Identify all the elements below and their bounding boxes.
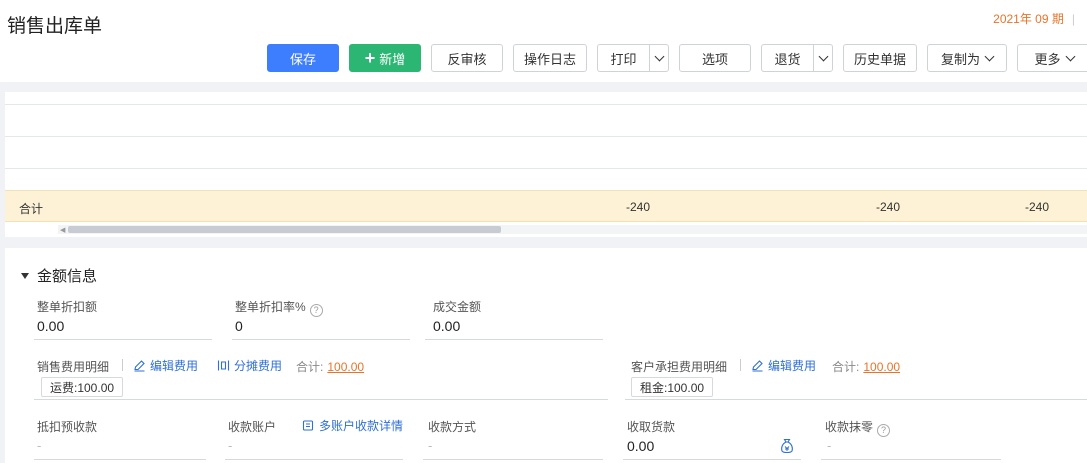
edit-icon [752,360,763,372]
fee-tag: 运费:100.00 [41,377,124,397]
field-underline [425,339,603,340]
discount-input[interactable]: 0.00 [37,318,64,334]
options-button[interactable]: 选项 [679,44,751,72]
field-underline [423,459,603,460]
chevron-down-icon [818,51,828,61]
top-bar: 销售出库单 2021年 09 期 | 保存 + 新增 反审核 操作日志 打印 选项 … [0,0,1087,82]
grid-row-divider [5,168,1087,169]
chevron-down-icon [984,51,995,61]
divider [740,359,741,371]
detail-grid: 合计 -240 -240 -240 ◀ [5,92,1087,237]
field-underline [821,459,1001,460]
unaudit-button[interactable]: 反审核 [431,44,503,72]
sales-fee-label: 销售费用明细 [37,360,110,374]
horizontal-scrollbar[interactable]: ◀ [58,225,1087,234]
scrollbar-thumb[interactable] [68,226,501,233]
total-value: -240 [626,200,651,214]
discount-label: 整单折扣额 [37,300,98,314]
return-button[interactable]: 退货 [761,44,813,72]
caret-down-icon [21,272,29,279]
page-title: 销售出库单 [7,16,103,37]
print-dropdown[interactable] [649,44,669,72]
split-icon [217,360,230,371]
amount-section-toggle[interactable]: 金额信息 [21,265,97,286]
rounding-label: 收款抹零? [825,418,891,437]
edit-sales-fee-link[interactable]: 编辑费用 [133,357,198,374]
save-button[interactable]: 保存 [267,44,339,72]
sales-fee-sum: 合计: 100.00 [296,360,365,374]
multi-account-link[interactable]: 多账户收款详情 [302,417,403,434]
chevron-down-icon [1065,51,1075,61]
discount-rate-label: 整单折扣率%? [235,298,323,317]
print-button[interactable]: 打印 [597,44,649,72]
discount-rate-input[interactable]: 0 [235,318,243,334]
field-underline [623,459,801,460]
plus-icon: + [364,48,376,68]
copy-as-button[interactable]: 复制为 [927,44,1007,72]
field-underline [34,459,206,460]
total-value: -240 [876,200,901,214]
field-underline [625,399,1087,400]
help-icon[interactable]: ? [877,423,891,437]
fee-tag: 租金:100.00 [631,377,714,397]
account-label: 收款账户 [228,420,277,434]
money-bag-icon[interactable] [780,438,794,454]
method-label: 收款方式 [428,420,477,434]
prepay-label: 抵扣预收款 [37,420,98,434]
field-underline [225,459,403,460]
method-select[interactable]: - [428,438,432,453]
customer-fee-label: 客户承担费用明细 [631,360,728,374]
rounding-input[interactable]: - [827,438,831,453]
chevron-down-icon [654,51,664,61]
edit-customer-fee-link[interactable]: 编辑费用 [751,357,816,374]
deal-amount-value: 0.00 [433,318,461,334]
account-detail-icon [302,420,314,431]
field-underline [232,339,410,340]
deal-amount-label: 成交金额 [433,300,482,314]
total-value: -240 [1025,200,1050,214]
receive-input[interactable]: 0.00 [627,438,654,454]
field-underline [34,399,608,400]
customer-fee-total-link[interactable]: 100.00 [863,360,900,374]
amount-info-panel: 金额信息 整单折扣额 0.00 整单折扣率%? 0 成交金额 0.00 销售费用… [5,248,1087,463]
more-button[interactable]: 更多 [1017,44,1087,72]
grid-row-divider [5,136,1087,137]
return-dropdown[interactable] [813,44,833,72]
receive-label: 收取货款 [627,420,676,434]
total-label: 合计 [19,202,44,216]
period-indicator[interactable]: 2021年 09 期 | [993,10,1075,27]
scroll-left-icon[interactable]: ◀ [60,226,65,234]
edit-icon [134,360,145,372]
new-button[interactable]: + 新增 [349,44,421,72]
field-underline [34,339,212,340]
operation-log-button[interactable]: 操作日志 [513,44,587,72]
customer-fee-sum: 合计: 100.00 [832,360,901,374]
prepay-input[interactable]: - [37,438,41,453]
split-fee-link[interactable]: 分摊费用 [217,357,282,374]
divider [122,359,123,371]
sales-fee-total-link[interactable]: 100.00 [327,360,364,374]
grid-total-row: 合计 -240 -240 -240 [5,190,1087,222]
account-select[interactable]: - [228,438,232,453]
history-button[interactable]: 历史单据 [843,44,917,72]
grid-row-divider [5,104,1087,105]
help-icon[interactable]: ? [309,303,323,317]
